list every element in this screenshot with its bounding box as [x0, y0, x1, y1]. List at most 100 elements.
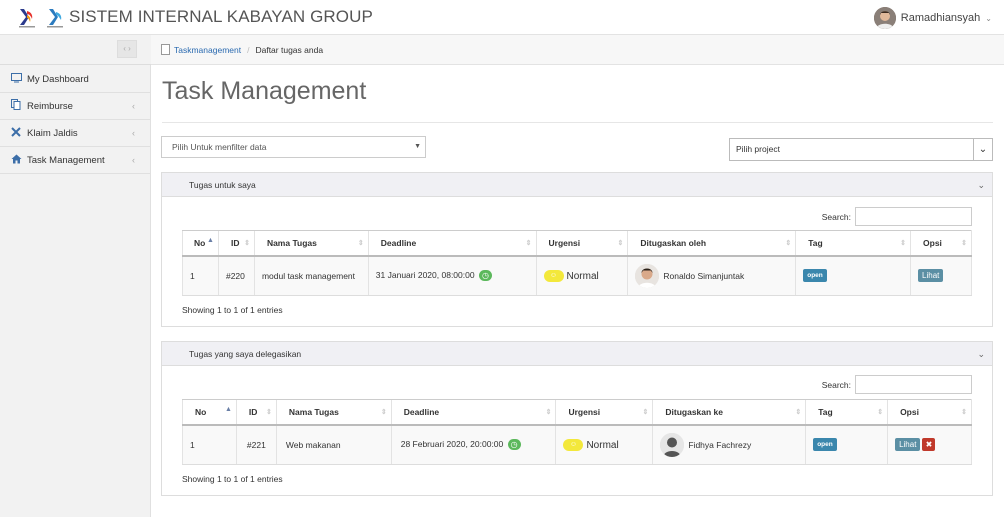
assigner-name: Ronaldo Simanjuntak [663, 270, 745, 281]
cell-urgensi: ☺ Normal [555, 424, 653, 465]
avatar [660, 432, 685, 457]
cell-tag: open [805, 424, 888, 465]
column-header-nama-tugas[interactable]: Nama Tugas ⇕ [253, 230, 369, 257]
filter-select-placeholder: Pilih Untuk menfilter data [172, 142, 267, 152]
cell-ditugaskan-oleh: Ronaldo Simanjuntak [627, 255, 796, 296]
sort-icon: ⇕ [961, 240, 967, 247]
sort-icon: ⇕ [525, 240, 532, 247]
kabayan-secondary-logo-icon[interactable] [44, 6, 66, 28]
cell-tag: open [795, 255, 911, 296]
column-header-nama-tugas[interactable]: Nama Tugas ⇕ [275, 399, 392, 426]
cell-ditugaskan-ke: Fidhya Fachrezy [652, 424, 806, 465]
avatar [635, 263, 660, 288]
column-header-opsi[interactable]: Opsi ⇕ [910, 230, 972, 257]
search-input[interactable] [855, 207, 972, 226]
sort-icon: ⇕ [244, 240, 250, 247]
breadcrumb: Taskmanagement / Daftar tugas anda [151, 35, 1004, 65]
chevron-down-icon[interactable]: ⌄ [973, 139, 992, 160]
project-select[interactable]: Pilih project ⌄ [729, 138, 993, 161]
page-title: Task Management [162, 77, 367, 105]
urgency-text: Normal [566, 270, 599, 282]
sidebar-item-reimburse[interactable]: Reimburse ‹ [0, 93, 151, 120]
kabayan-logo-icon[interactable] [16, 6, 38, 28]
user-avatar[interactable] [873, 7, 896, 29]
caret-down-icon: ▼ [414, 143, 421, 150]
column-header-ditugaskan-oleh[interactable]: Ditugaskan oleh ⇕ [627, 230, 796, 257]
sort-asc-icon: ▲ [207, 237, 214, 244]
column-header-deadline[interactable]: Deadline ⇕ [390, 399, 556, 426]
sort-icon: ⇕ [266, 409, 272, 416]
lihat-button[interactable]: Lihat [895, 438, 921, 452]
column-header-ditugaskan-ke[interactable]: Ditugaskan ke ⇕ [652, 399, 806, 426]
cell-urgensi: ☺ Normal [535, 255, 628, 296]
table-row: 1 #220 modul task management 31 Januari … [182, 255, 972, 296]
panel-tugas-didelegasikan: Tugas yang saya delegasikan ⌄ Search: No… [161, 341, 993, 496]
urgency-indicator-icon: ☺ [563, 439, 584, 452]
column-header-opsi[interactable]: Opsi ⇕ [887, 399, 972, 426]
column-header-id[interactable]: ID ⇕ [217, 230, 255, 257]
panel-title: Tugas yang saya delegasikan [189, 349, 302, 359]
user-name[interactable]: Ramadhiansyah [901, 12, 981, 24]
lihat-button[interactable]: Lihat [918, 269, 944, 283]
column-header-tag[interactable]: Tag ⇕ [805, 399, 888, 426]
sort-icon: ⇕ [545, 409, 552, 416]
cell-id: #221 [235, 424, 277, 465]
status-badge: open [803, 269, 827, 283]
search-row: Search: [822, 207, 972, 226]
cell-nama-tugas: modul task management [253, 255, 369, 296]
chevron-left-icon: ‹ [132, 128, 135, 138]
cell-id: #220 [217, 255, 255, 296]
chevron-down-icon[interactable]: ⌄ [977, 342, 985, 366]
chevron-left-icon: ‹ [132, 101, 135, 111]
column-header-urgensi[interactable]: Urgensi ⇕ [555, 399, 653, 426]
panel-title: Tugas untuk saya [189, 180, 256, 190]
sort-icon: ⇕ [877, 409, 884, 416]
cell-no: 1 [182, 424, 237, 465]
column-header-tag[interactable]: Tag ⇕ [795, 230, 911, 257]
search-row: Search: [822, 375, 972, 394]
column-header-no[interactable]: No ▲ [182, 399, 237, 426]
sort-asc-icon: ▲ [224, 406, 232, 413]
search-input[interactable] [855, 375, 972, 394]
sidebar-nav: My Dashboard Reimburse ‹ Klaim Jaldis ‹ … [0, 66, 151, 174]
sidebar-item-label: Klaim Jaldis [27, 127, 78, 139]
delegated-tasks-table: No ▲ ID ⇕ Nama Tugas ⇕ Deadline ⇕ Urgensi ⇕ D… [182, 399, 972, 465]
chevron-down-icon[interactable]: ⌄ [985, 14, 992, 23]
column-header-deadline[interactable]: Deadline ⇕ [367, 230, 536, 257]
clock-icon: ◷ [507, 439, 521, 451]
column-header-id[interactable]: ID ⇕ [235, 399, 277, 426]
user-menu[interactable]: Ramadhiansyah ⌄ [873, 6, 992, 30]
breadcrumb-link-taskmanagement[interactable]: Taskmanagement [174, 45, 241, 55]
top-header: SISTEM INTERNAL KABAYAN GROUP Ramadhians… [0, 0, 1004, 35]
sidebar-item-label: Reimburse [27, 100, 73, 112]
breadcrumb-separator: / [247, 44, 250, 55]
sidebar-item-klaim-jaldis[interactable]: Klaim Jaldis ‹ [0, 120, 151, 147]
sidebar: ‹ › My Dashboard Reimburse ‹ Klaim Jaldi… [0, 35, 151, 517]
column-header-urgensi[interactable]: Urgensi ⇕ [535, 230, 628, 257]
panel-tugas-untuk-saya: Tugas untuk saya ⌄ Search: No ▲ ID ⇕ Nama … [161, 172, 993, 327]
filter-select[interactable]: Pilih Untuk menfilter data ▼ [161, 136, 426, 158]
panel-header: Tugas untuk saya ⌄ [162, 173, 992, 197]
copy-icon [10, 99, 22, 113]
user-avatar-icon [873, 7, 896, 29]
sidebar-collapse-button[interactable]: ‹ › [117, 40, 137, 58]
cell-opsi: Lihat [910, 255, 972, 296]
cell-opsi: Lihat ✖ [887, 424, 972, 465]
sidebar-item-task-management[interactable]: Task Management ‹ [0, 147, 151, 174]
cell-no: 1 [182, 255, 219, 296]
deadline-text: 28 Februari 2020, 20:00:00 [400, 439, 504, 450]
monitor-icon [10, 72, 22, 86]
cell-deadline: 28 Februari 2020, 20:00:00 ◷ [390, 424, 556, 465]
file-icon [161, 44, 170, 55]
table-row: 1 #221 Web makanan 28 Februari 2020, 20:… [182, 424, 972, 465]
tasks-table: No ▲ ID ⇕ Nama Tugas ⇕ Deadline ⇕ Urgensi ⇕ D… [182, 230, 972, 296]
title-divider [162, 122, 993, 123]
chevron-down-icon[interactable]: ⌄ [977, 173, 985, 197]
sort-icon: ⇕ [642, 409, 649, 416]
assignee-name: Fidhya Fachrezy [688, 439, 752, 450]
delete-icon[interactable]: ✖ [922, 438, 936, 452]
sidebar-item-my-dashboard[interactable]: My Dashboard [0, 66, 151, 93]
panel-header: Tugas yang saya delegasikan ⌄ [162, 342, 992, 366]
column-header-no[interactable]: No ▲ [182, 230, 219, 257]
project-select-placeholder: Pilih project [736, 144, 780, 154]
